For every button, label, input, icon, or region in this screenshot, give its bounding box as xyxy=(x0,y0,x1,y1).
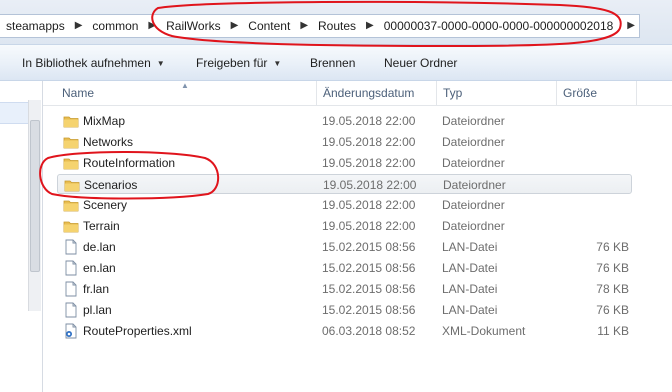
address-bar: steamapps ▶ common ▶ RailWorks ▶ Content… xyxy=(0,0,672,44)
file-date: 19.05.2018 22:00 xyxy=(322,114,416,128)
column-size[interactable]: Größe xyxy=(563,86,597,100)
breadcrumb-chevron-icon[interactable]: ▶ xyxy=(619,15,639,37)
file-icon xyxy=(63,239,79,255)
file-name: de.lan xyxy=(83,240,116,254)
file-row[interactable]: Scenarios 19.05.2018 22:00 Dateiordner xyxy=(57,174,632,194)
breadcrumb-chevron-icon[interactable]: ▶ xyxy=(227,15,243,37)
folder-icon xyxy=(63,134,79,150)
breadcrumb[interactable]: steamapps ▶ common ▶ RailWorks ▶ Content… xyxy=(0,14,640,38)
file-icon xyxy=(63,302,79,318)
file-type: Dateiordner xyxy=(442,114,505,128)
burn-button[interactable]: Brennen xyxy=(310,56,355,70)
file-type: Dateiordner xyxy=(442,135,505,149)
file-name: RouteInformation xyxy=(83,156,176,170)
file-size: 78 KB xyxy=(596,282,629,296)
share-with-button[interactable]: Freigeben für ▼ xyxy=(196,56,281,70)
file-name: Terrain xyxy=(83,219,120,233)
command-bar: In Bibliothek aufnehmen ▼ Freigeben für … xyxy=(0,44,672,81)
file-size: 76 KB xyxy=(596,303,629,317)
file-type: Dateiordner xyxy=(442,198,505,212)
file-name: en.lan xyxy=(83,261,116,275)
file-date: 19.05.2018 22:00 xyxy=(322,198,416,212)
breadcrumb-item-route-id[interactable]: 00000037-0000-0000-0000-000000002018 xyxy=(378,15,620,37)
file-row[interactable]: pl.lan 15.02.2015 08:56 LAN-Datei 76 KB xyxy=(57,300,632,320)
file-size: 76 KB xyxy=(596,261,629,275)
new-folder-button[interactable]: Neuer Ordner xyxy=(384,56,457,70)
sort-ascending-icon: ▲ xyxy=(181,81,189,90)
file-name: RouteProperties.xml xyxy=(83,324,192,338)
breadcrumb-chevron-icon[interactable]: ▶ xyxy=(71,15,87,37)
share-with-label: Freigeben für xyxy=(196,56,268,70)
file-icon xyxy=(63,281,79,297)
folder-icon xyxy=(63,197,79,213)
file-type: LAN-Datei xyxy=(442,240,498,254)
breadcrumb-item-steamapps[interactable]: steamapps xyxy=(0,15,71,37)
breadcrumb-item-content[interactable]: Content xyxy=(242,15,296,37)
file-icon xyxy=(63,260,79,276)
file-row[interactable]: fr.lan 15.02.2015 08:56 LAN-Datei 78 KB xyxy=(57,279,632,299)
folder-icon xyxy=(63,113,79,129)
file-type: LAN-Datei xyxy=(442,261,498,275)
file-row[interactable]: Terrain 19.05.2018 22:00 Dateiordner xyxy=(57,216,632,236)
file-row[interactable]: Networks 19.05.2018 22:00 Dateiordner xyxy=(57,132,632,152)
folder-icon xyxy=(63,155,79,171)
file-type: Dateiordner xyxy=(442,219,505,233)
file-size: 76 KB xyxy=(596,240,629,254)
breadcrumb-item-railworks[interactable]: RailWorks xyxy=(160,15,226,37)
file-name: Scenery xyxy=(83,198,128,212)
file-row[interactable]: en.lan 15.02.2015 08:56 LAN-Datei 76 KB xyxy=(57,258,632,278)
column-header: ▲ Name Änderungsdatum Typ Größe xyxy=(43,81,672,106)
dropdown-arrow-icon: ▼ xyxy=(156,58,165,68)
navigation-scrollbar-thumb[interactable] xyxy=(30,120,40,272)
file-date: 19.05.2018 22:00 xyxy=(322,219,416,233)
file-date: 15.02.2015 08:56 xyxy=(322,282,416,296)
breadcrumb-chevron-icon[interactable]: ▶ xyxy=(144,15,160,37)
breadcrumb-item-common[interactable]: common xyxy=(86,15,144,37)
file-name: Scenarios xyxy=(84,178,138,192)
column-divider[interactable] xyxy=(316,81,317,105)
new-folder-label: Neuer Ordner xyxy=(384,56,458,70)
file-date: 15.02.2015 08:56 xyxy=(322,303,416,317)
column-divider[interactable] xyxy=(636,81,637,105)
file-row[interactable]: de.lan 15.02.2015 08:56 LAN-Datei 76 KB xyxy=(57,237,632,257)
file-type: LAN-Datei xyxy=(442,303,498,317)
file-row[interactable]: RouteProperties.xml 06.03.2018 08:52 XML-D… xyxy=(57,321,632,341)
dropdown-arrow-icon: ▼ xyxy=(273,58,282,68)
file-row[interactable]: RouteInformation 19.05.2018 22:00 Dateiord… xyxy=(57,153,632,173)
burn-label: Brennen xyxy=(310,56,356,70)
folder-icon xyxy=(63,218,79,234)
file-row[interactable]: MixMap 19.05.2018 22:00 Dateiordner xyxy=(57,111,632,131)
column-name[interactable]: Name xyxy=(62,86,94,100)
breadcrumb-chevron-icon[interactable]: ▶ xyxy=(296,15,312,37)
breadcrumb-chevron-icon[interactable]: ▶ xyxy=(362,15,378,37)
file-name: Networks xyxy=(83,135,134,149)
folder-icon xyxy=(64,177,80,193)
file-type: LAN-Datei xyxy=(442,282,498,296)
column-date[interactable]: Änderungsdatum xyxy=(323,86,414,100)
add-to-library-label: In Bibliothek aufnehmen xyxy=(22,56,151,70)
add-to-library-button[interactable]: In Bibliothek aufnehmen ▼ xyxy=(22,56,165,70)
file-row[interactable]: Scenery 19.05.2018 22:00 Dateiordner xyxy=(57,195,632,215)
file-date: 19.05.2018 22:00 xyxy=(322,135,416,149)
file-date: 19.05.2018 22:00 xyxy=(322,156,416,170)
column-divider[interactable] xyxy=(436,81,437,105)
file-date: 19.05.2018 22:00 xyxy=(323,178,417,192)
breadcrumb-item-routes[interactable]: Routes xyxy=(312,15,362,37)
file-name: MixMap xyxy=(83,114,126,128)
column-divider[interactable] xyxy=(556,81,557,105)
xml-icon xyxy=(63,323,79,339)
file-type: XML-Dokument xyxy=(442,324,526,338)
column-type[interactable]: Typ xyxy=(443,86,462,100)
file-type: Dateiordner xyxy=(442,156,505,170)
file-name: fr.lan xyxy=(83,282,110,296)
file-date: 15.02.2015 08:56 xyxy=(322,261,416,275)
file-date: 06.03.2018 08:52 xyxy=(322,324,416,338)
file-size: 11 KB xyxy=(597,324,629,338)
file-date: 15.02.2015 08:56 xyxy=(322,240,416,254)
file-name: pl.lan xyxy=(83,303,112,317)
file-type: Dateiordner xyxy=(443,178,506,192)
